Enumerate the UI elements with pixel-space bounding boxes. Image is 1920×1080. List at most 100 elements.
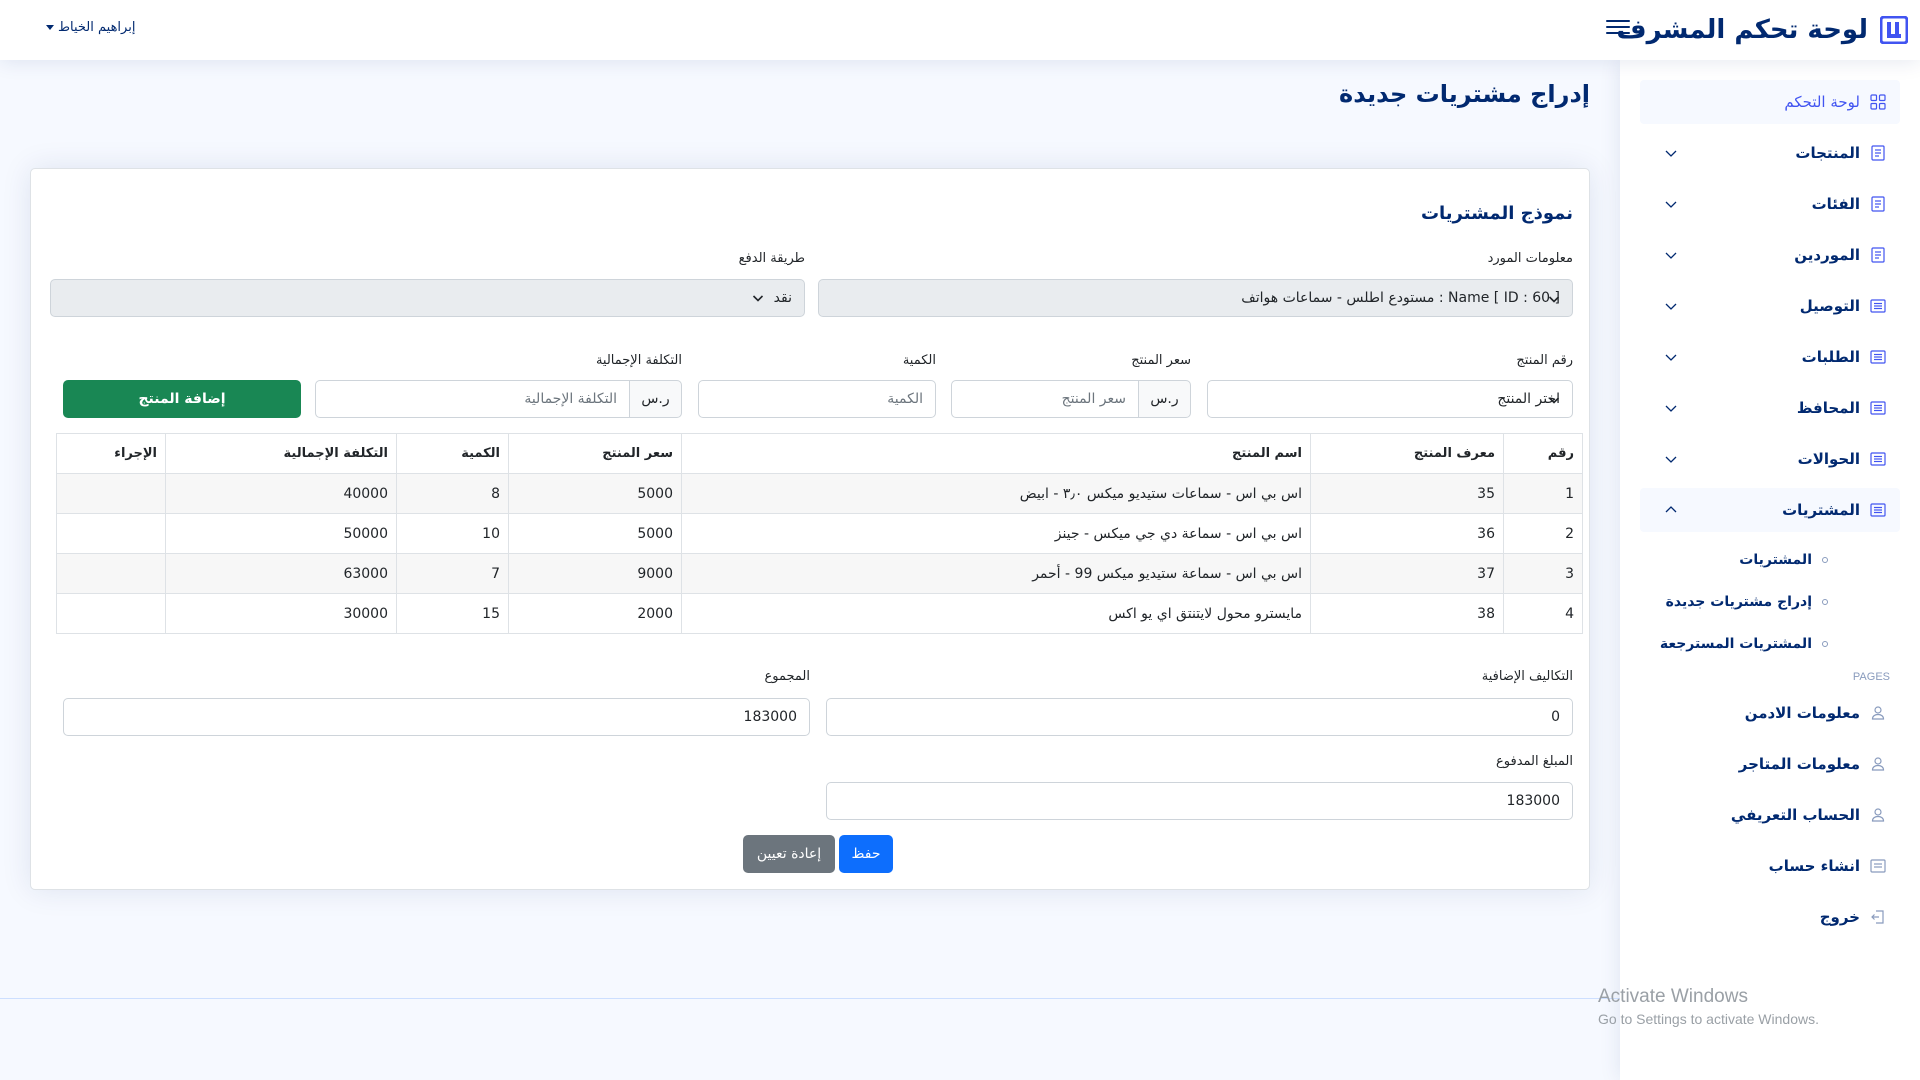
- col-header-total: التكلفة الإجمالية: [165, 433, 397, 474]
- sidebar-item-admin-info[interactable]: معلومات الادمن: [1640, 691, 1900, 735]
- circle-icon: [1822, 557, 1828, 563]
- cell-action: [56, 593, 166, 634]
- table-row: 4 38 مايسترو محول لايتنتق اي يو اكس 2000…: [56, 593, 1583, 634]
- list-icon: [1870, 452, 1886, 466]
- products-table: رقم معرف المنتج اسم المنتج سعر المنتج ال…: [56, 433, 1583, 634]
- journal-icon: [1871, 196, 1885, 212]
- sum-input[interactable]: 183000: [63, 698, 810, 736]
- card-title: نموذج المشتريات: [1420, 203, 1573, 224]
- sub-item-label: المشتريات المسترجعة: [1659, 636, 1812, 652]
- chevron-down-icon: [752, 295, 763, 302]
- sidebar-item-label: خروج: [1819, 908, 1860, 926]
- sub-item-label: إدراج مشتريات جديدة: [1665, 594, 1812, 610]
- col-header-number: رقم: [1503, 433, 1583, 474]
- sidebar-item-register[interactable]: انشاء حساب: [1640, 844, 1900, 888]
- price-input[interactable]: سعر المنتج: [951, 380, 1139, 418]
- extra-costs-label: التكاليف الإضافية: [1481, 669, 1573, 684]
- cell-qty: 10: [396, 513, 509, 554]
- cell-number: 3: [1503, 553, 1583, 594]
- sidebar-item-suppliers[interactable]: الموردين: [1640, 233, 1900, 277]
- col-header-product-name: اسم المنتج: [681, 433, 1311, 474]
- sidebar-item-label: المنتجات: [1795, 144, 1860, 162]
- sum-label: المجموع: [764, 669, 810, 684]
- sum-value: 183000: [743, 709, 797, 725]
- sidebar-item-products[interactable]: المنتجات: [1640, 131, 1900, 175]
- sidebar-item-logout[interactable]: خروج: [1640, 895, 1900, 939]
- sidebar-item-label: المشتريات: [1782, 501, 1860, 519]
- sidebar-item-dashboard[interactable]: لوحة التحكم: [1640, 80, 1900, 124]
- reset-button[interactable]: إعادة تعيين: [743, 835, 835, 873]
- cell-price: 5000: [508, 513, 682, 554]
- circle-icon: [1822, 641, 1828, 647]
- pages-heading: PAGES: [1852, 671, 1890, 683]
- col-header-qty: الكمية: [396, 433, 509, 474]
- cell-product-id: 38: [1310, 593, 1504, 634]
- chevron-down-icon: [1548, 397, 1560, 404]
- payment-label: طريقة الدفع: [738, 251, 805, 266]
- cell-total: 40000: [165, 473, 397, 514]
- windows-activation-watermark: Activate Windows Go to Settings to activ…: [1598, 986, 1819, 1027]
- cell-number: 1: [1503, 473, 1583, 514]
- total-cost-input[interactable]: التكلفة الإجمالية: [315, 380, 630, 418]
- supplier-label: معلومات المورد: [1487, 251, 1573, 266]
- total-cost-placeholder: التكلفة الإجمالية: [524, 391, 617, 407]
- cell-product-name: مايسترو محول لايتنتق اي يو اكس: [681, 593, 1311, 634]
- chevron-up-icon: [1665, 506, 1677, 513]
- table-header-row: رقم معرف المنتج اسم المنتج سعر المنتج ال…: [56, 433, 1583, 474]
- purchase-form-card: نموذج المشتريات معلومات المورد [ ID : 60…: [30, 168, 1590, 890]
- app-title: لوحة تحكم المشرف: [1616, 15, 1868, 45]
- sidebar-item-delivery[interactable]: التوصيل: [1640, 284, 1900, 328]
- cell-product-name: اس بي اس - سماعات ستيديو ميكس ٣٫٠ - ابيض: [681, 473, 1311, 514]
- cell-product-id: 35: [1310, 473, 1504, 514]
- person-icon: [1871, 706, 1885, 720]
- price-label: سعر المنتج: [1131, 353, 1191, 368]
- chevron-down-icon: [1665, 303, 1677, 310]
- sub-item-returned-purchases[interactable]: المشتريات المسترجعة: [1640, 623, 1900, 665]
- cell-product-id: 37: [1310, 553, 1504, 594]
- add-product-button[interactable]: إضافة المنتج: [63, 380, 301, 418]
- sidebar-item-label: معلومات المتاجر: [1738, 755, 1860, 773]
- qty-input[interactable]: الكمية: [698, 380, 936, 418]
- product-select[interactable]: اختر المنتج: [1207, 380, 1573, 418]
- sidebar: لوحة التحكم المنتجات الفئات الموردين الت…: [1620, 60, 1920, 1080]
- caret-down-icon: [46, 25, 54, 30]
- payment-value: نقد: [773, 290, 792, 306]
- cell-total: 50000: [165, 513, 397, 554]
- list-icon: [1870, 503, 1886, 517]
- cell-action: [56, 553, 166, 594]
- payment-select[interactable]: نقد: [50, 279, 805, 317]
- logo[interactable]: لوحة تحكم المشرف: [1616, 12, 1908, 48]
- save-button[interactable]: حفظ: [839, 835, 893, 873]
- chevron-down-icon: [1665, 252, 1677, 259]
- extra-costs-input[interactable]: 0: [826, 698, 1573, 736]
- cell-product-name: اس بي اس - سماعة ستيديو ميكس 99 - أحمر: [681, 553, 1311, 594]
- table-row: 1 35 اس بي اس - سماعات ستيديو ميكس ٣٫٠ -…: [56, 473, 1583, 514]
- paid-input[interactable]: 183000: [826, 782, 1573, 820]
- sidebar-item-stores-info[interactable]: معلومات المتاجر: [1640, 742, 1900, 786]
- sidebar-item-orders[interactable]: الطلبات: [1640, 335, 1900, 379]
- cell-qty: 8: [396, 473, 509, 514]
- sidebar-item-label: لوحة التحكم: [1784, 93, 1860, 111]
- sub-item-new-purchase[interactable]: إدراج مشتريات جديدة: [1640, 581, 1900, 623]
- circle-icon: [1822, 599, 1828, 605]
- currency-addon: ر.س: [1138, 380, 1191, 418]
- logout-icon: [1871, 910, 1884, 924]
- cell-qty: 15: [396, 593, 509, 634]
- sidebar-item-wallets[interactable]: المحافظ: [1640, 386, 1900, 430]
- col-header-action: الإجراء: [56, 433, 166, 474]
- sidebar-item-label: معلومات الادمن: [1744, 704, 1860, 722]
- sidebar-item-purchases[interactable]: المشتريات: [1640, 488, 1900, 532]
- sidebar-item-transfers[interactable]: الحوالات: [1640, 437, 1900, 481]
- cell-total: 30000: [165, 593, 397, 634]
- watermark-subtitle: Go to Settings to activate Windows.: [1598, 1011, 1819, 1027]
- sidebar-item-categories[interactable]: الفئات: [1640, 182, 1900, 226]
- sidebar-item-profile[interactable]: الحساب التعريفي: [1640, 793, 1900, 837]
- col-header-product-id: معرف المنتج: [1310, 433, 1504, 474]
- menu-toggle-icon[interactable]: [1606, 16, 1630, 40]
- sub-item-purchases[interactable]: المشتريات: [1640, 539, 1900, 581]
- product-no-label: رقم المنتج: [1516, 353, 1573, 368]
- chevron-down-icon: [1665, 456, 1677, 463]
- cell-number: 2: [1503, 513, 1583, 554]
- user-menu[interactable]: إبراهيم الخياط: [46, 20, 135, 35]
- supplier-select[interactable]: [ ID : 60 ] Name : مستودع اطلس - سماعات …: [818, 279, 1573, 317]
